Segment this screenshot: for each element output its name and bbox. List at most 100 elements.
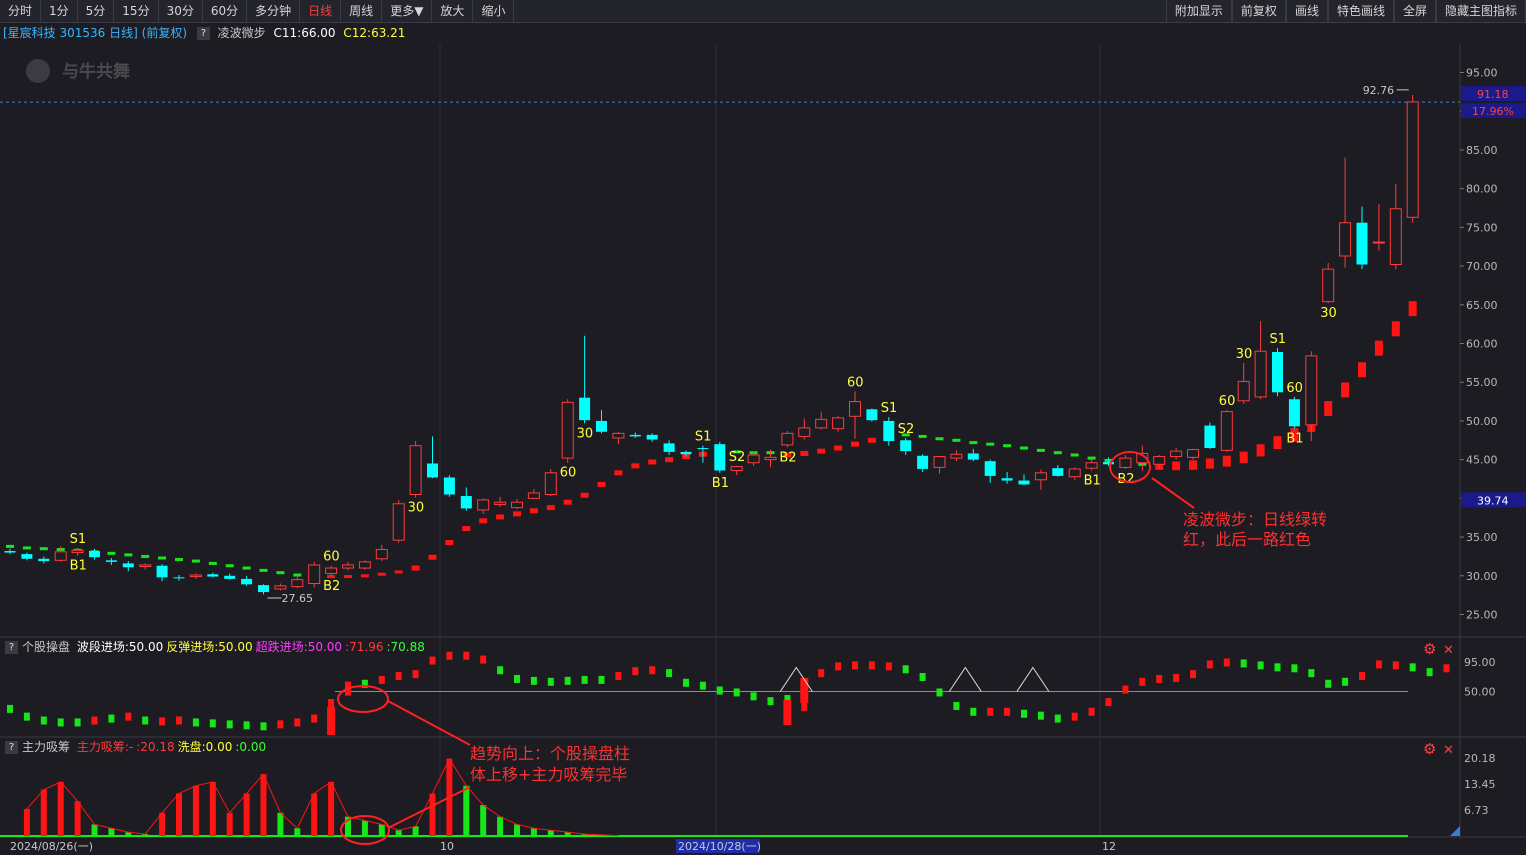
osc-legend-item-2: 超跌进场:50.00	[255, 640, 343, 654]
candle-body	[1085, 462, 1098, 469]
osc-bar	[767, 697, 774, 706]
candle-body	[596, 420, 607, 432]
osc-triangle-marker	[1016, 666, 1050, 692]
candle-body	[798, 427, 811, 437]
candlestick-chart[interactable]: 2024/08/26(一) 10 2024/10/28(一) 12 与牛共舞 95.0…	[0, 0, 1526, 855]
osc-bar	[7, 704, 13, 713]
accum-axis-label-0: 20.18	[1464, 752, 1496, 765]
osc-bar	[378, 675, 385, 684]
trend-segment	[1358, 362, 1366, 378]
accum-bar	[192, 785, 199, 836]
osc-bar	[1257, 661, 1264, 670]
trend-segment	[1341, 382, 1350, 398]
accum-help-icon[interactable]: ?	[5, 741, 18, 754]
trend-segment	[1053, 451, 1062, 455]
osc-bar	[1426, 668, 1433, 677]
trend-segment	[225, 564, 234, 568]
trend-segment	[445, 540, 454, 546]
candle-body	[1288, 399, 1300, 427]
osc-strong-bar	[783, 700, 792, 725]
candle-body	[89, 551, 100, 558]
trend-segment	[614, 470, 623, 476]
osc-close-icon: ✕	[1443, 643, 1454, 658]
candle-body	[358, 561, 371, 569]
cursor-price-tag: 39.74	[1477, 494, 1509, 507]
candle-body	[629, 434, 641, 437]
osc-bar	[1308, 669, 1315, 678]
trend-segment	[276, 571, 285, 575]
accum-bar	[480, 805, 487, 836]
candle-body	[1220, 411, 1233, 451]
accum-bar	[497, 816, 504, 836]
accum-bar	[40, 789, 47, 836]
trend-segment	[1189, 460, 1197, 470]
accum-bar	[311, 793, 318, 836]
candle-body	[1237, 380, 1250, 402]
osc-bar	[125, 712, 132, 721]
candle-body	[1018, 480, 1030, 485]
accum-bar	[23, 808, 30, 836]
osc-bar	[970, 707, 977, 716]
accum-close-icon: ✕	[1443, 743, 1454, 758]
price-axis-label-14: 25.00	[1466, 609, 1498, 622]
trend-segment	[817, 448, 826, 454]
osc-help-icon[interactable]: ?	[5, 641, 18, 654]
candle-body	[1272, 352, 1283, 393]
trend-segment	[158, 556, 167, 560]
candle-body	[680, 451, 692, 455]
trend-segment	[867, 437, 876, 443]
osc-bar	[750, 692, 757, 701]
trend-segment	[39, 547, 48, 551]
annotation-text-main-1: 凌波微步：日线绿转	[1183, 510, 1327, 529]
candle-body	[274, 585, 287, 590]
candle-body	[156, 565, 168, 578]
osc-bar	[1291, 664, 1298, 673]
osc-bar	[446, 651, 453, 660]
osc-bar	[260, 722, 267, 731]
osc-bar	[412, 670, 419, 679]
osc-bar	[176, 716, 182, 725]
candle-body	[511, 501, 523, 509]
candle-body	[1356, 222, 1368, 265]
osc-settings-icon: ⚙	[1423, 640, 1436, 658]
trend-segment	[1408, 301, 1417, 317]
signal-label: 60	[1286, 381, 1303, 396]
trend-segment	[1256, 444, 1265, 457]
candle-body	[139, 564, 152, 568]
trend-segment	[124, 553, 133, 557]
accum-bar	[328, 781, 335, 836]
osc-name[interactable]: 个股操盘	[22, 640, 70, 654]
signal-label: S1	[1270, 332, 1287, 347]
candle-body	[342, 564, 354, 569]
trend-segment	[377, 572, 386, 576]
osc-bar	[311, 714, 318, 723]
osc-bar	[649, 666, 656, 675]
trend-segment	[986, 442, 995, 446]
price-axis-label-5: 70.00	[1466, 260, 1498, 273]
candle-body	[38, 558, 50, 562]
osc-bar	[547, 677, 554, 686]
osc-bar	[429, 656, 436, 665]
osc-bar	[23, 712, 30, 721]
accum-bar	[277, 812, 284, 836]
scroll-corner-icon[interactable]	[1450, 826, 1460, 836]
date-label-0: 2024/08/26(一)	[10, 840, 93, 853]
accum-axis-label-1: 13.45	[1464, 778, 1496, 791]
trend-segment	[648, 459, 657, 465]
trend-segment	[479, 518, 488, 524]
candle-body	[375, 548, 388, 560]
candle-body	[1068, 468, 1081, 478]
price-axis-label-2: 85.00	[1466, 144, 1498, 157]
annotation-text-sub-1: 趋势向上：个股操盘柱	[470, 744, 630, 763]
candle-body	[561, 401, 574, 459]
candle-body	[1389, 208, 1402, 266]
osc-bar	[294, 718, 301, 727]
candle-body	[1034, 472, 1047, 481]
trend-segment	[1205, 458, 1214, 469]
osc-bar	[1021, 709, 1027, 718]
osc-bar	[480, 655, 487, 664]
osc-bar	[699, 681, 706, 690]
accum-name[interactable]: 主力吸筹	[22, 740, 70, 754]
candle-body	[730, 466, 743, 471]
osc-legend-item-3: :71.96	[345, 640, 384, 654]
